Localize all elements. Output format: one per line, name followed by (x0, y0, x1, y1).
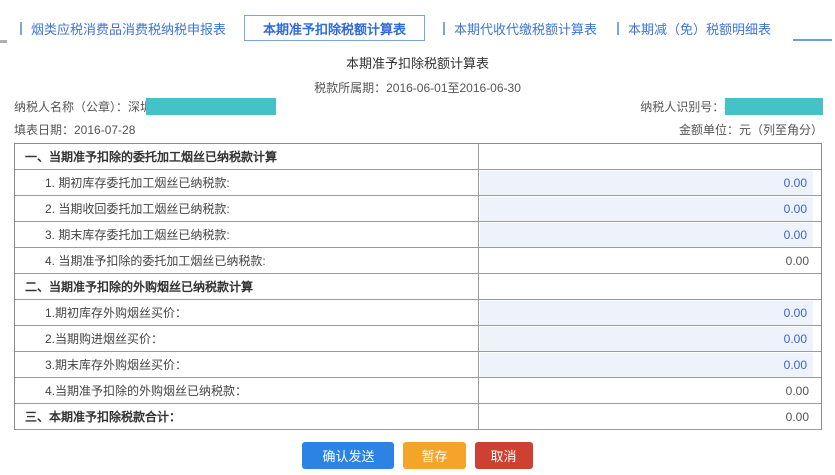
table-row: 1.期初库存外购烟丝买价： (15, 300, 821, 326)
total-amount: 0.00 (785, 409, 809, 424)
fill-date-text: 填表日期：2016-07-28 (14, 123, 136, 137)
row-label: 2. 当期收回委托加工烟丝已纳税款: (15, 196, 479, 221)
section-value-cell (479, 274, 821, 299)
amount-input[interactable] (480, 326, 813, 351)
tab-deduction-calc[interactable]: 本期准予扣除税额计算表 (244, 15, 426, 41)
table-row: 1. 期初库存委托加工烟丝已纳税款: (15, 170, 821, 196)
tab-reduction-detail[interactable]: 本期减（免）税额明细表 (607, 19, 781, 38)
table-total-row: 三、本期准予扣除税款合计： 0.00 (15, 404, 821, 430)
row-label: 3.期末库存外购烟丝买价： (15, 352, 479, 377)
deduction-table: 一、当期准予扣除的委托加工烟丝已纳税款计算 1. 期初库存委托加工烟丝已纳税款:… (14, 143, 822, 430)
row-label: 3. 期末库存委托加工烟丝已纳税款: (15, 222, 479, 247)
action-button-bar: 确认发送 暂存 取消 (0, 442, 835, 469)
amount-input[interactable] (480, 352, 813, 377)
tab-underline (793, 15, 832, 41)
page-title: 本期准予扣除税额计算表 (345, 56, 489, 71)
tab-label: 本期代收代缴税额计算表 (454, 21, 598, 37)
info-row-2: 填表日期：2016-07-28 金额单位：元（列至角分） (14, 121, 823, 138)
table-row: 4.当期准予扣除的外购烟丝已纳税款： 0.00 (15, 378, 821, 404)
section-label: 二、当期准予扣除的外购烟丝已纳税款计算 (15, 274, 479, 299)
tab-tobacco-declaration[interactable]: 烟类应税消费品消费税纳税申报表 (10, 19, 236, 38)
confirm-send-button[interactable]: 确认发送 (302, 442, 395, 469)
table-row: 3. 期末库存委托加工烟丝已纳税款: (15, 222, 821, 248)
computed-amount: 0.00 (785, 383, 809, 398)
table-section-row: 一、当期准予扣除的委托加工烟丝已纳税款计算 (15, 144, 821, 170)
row-label: 2.当期购进烟丝买价： (15, 326, 479, 351)
taxpayer-name-label: 纳税人名称（公章）： (14, 100, 129, 114)
tab-label: 本期减（免）税额明细表 (628, 21, 772, 37)
table-section-row: 二、当期准予扣除的外购烟丝已纳税款计算 (15, 274, 821, 300)
page-edge-mark (0, 40, 7, 43)
info-row-1: 纳税人名称（公章）：深圳 纳税人识别号：4 (14, 98, 823, 115)
save-draft-button[interactable]: 暂存 (403, 442, 466, 469)
section-value-cell (479, 144, 821, 169)
section-label: 一、当期准予扣除的委托加工烟丝已纳税款计算 (15, 144, 479, 169)
cancel-button[interactable]: 取消 (474, 442, 533, 469)
table-row: 2.当期购进烟丝买价： (15, 326, 821, 352)
amount-input[interactable] (480, 196, 813, 221)
table-row: 2. 当期收回委托加工烟丝已纳税款: (15, 196, 821, 222)
amount-input[interactable] (480, 300, 813, 325)
tab-label: 烟类应税消费品消费税纳税申报表 (31, 21, 227, 37)
taxpayer-id-label: 纳税人识别号： (640, 100, 725, 114)
amount-input[interactable] (480, 222, 813, 247)
tax-period-text: 税款所属期：2016-06-01至2016-06-30 (314, 81, 521, 95)
amount-unit-text: 金额单位：元（列至角分） (678, 123, 823, 137)
computed-amount: 0.00 (785, 253, 809, 268)
amount-input[interactable] (480, 170, 813, 195)
row-label: 1.期初库存外购烟丝买价： (15, 300, 479, 325)
total-label: 三、本期准予扣除税款合计： (15, 404, 479, 429)
tab-label: 本期准予扣除税额计算表 (263, 21, 407, 37)
table-row: 4. 当期准予扣除的委托加工烟丝已纳税款: 0.00 (15, 248, 821, 274)
tab-withholding-calc[interactable]: 本期代收代缴税额计算表 (433, 19, 607, 38)
row-label: 4. 当期准予扣除的委托加工烟丝已纳税款: (15, 248, 479, 273)
row-label: 4.当期准予扣除的外购烟丝已纳税款： (15, 378, 479, 403)
table-row: 3.期末库存外购烟丝买价： (15, 352, 821, 378)
taxpayer-id-mask (725, 98, 823, 115)
tab-bar: 烟类应税消费品消费税纳税申报表 本期准予扣除税额计算表 本期代收代缴税额计算表 … (10, 15, 835, 41)
taxpayer-name-mask (146, 98, 277, 115)
row-label: 1. 期初库存委托加工烟丝已纳税款: (15, 170, 479, 195)
